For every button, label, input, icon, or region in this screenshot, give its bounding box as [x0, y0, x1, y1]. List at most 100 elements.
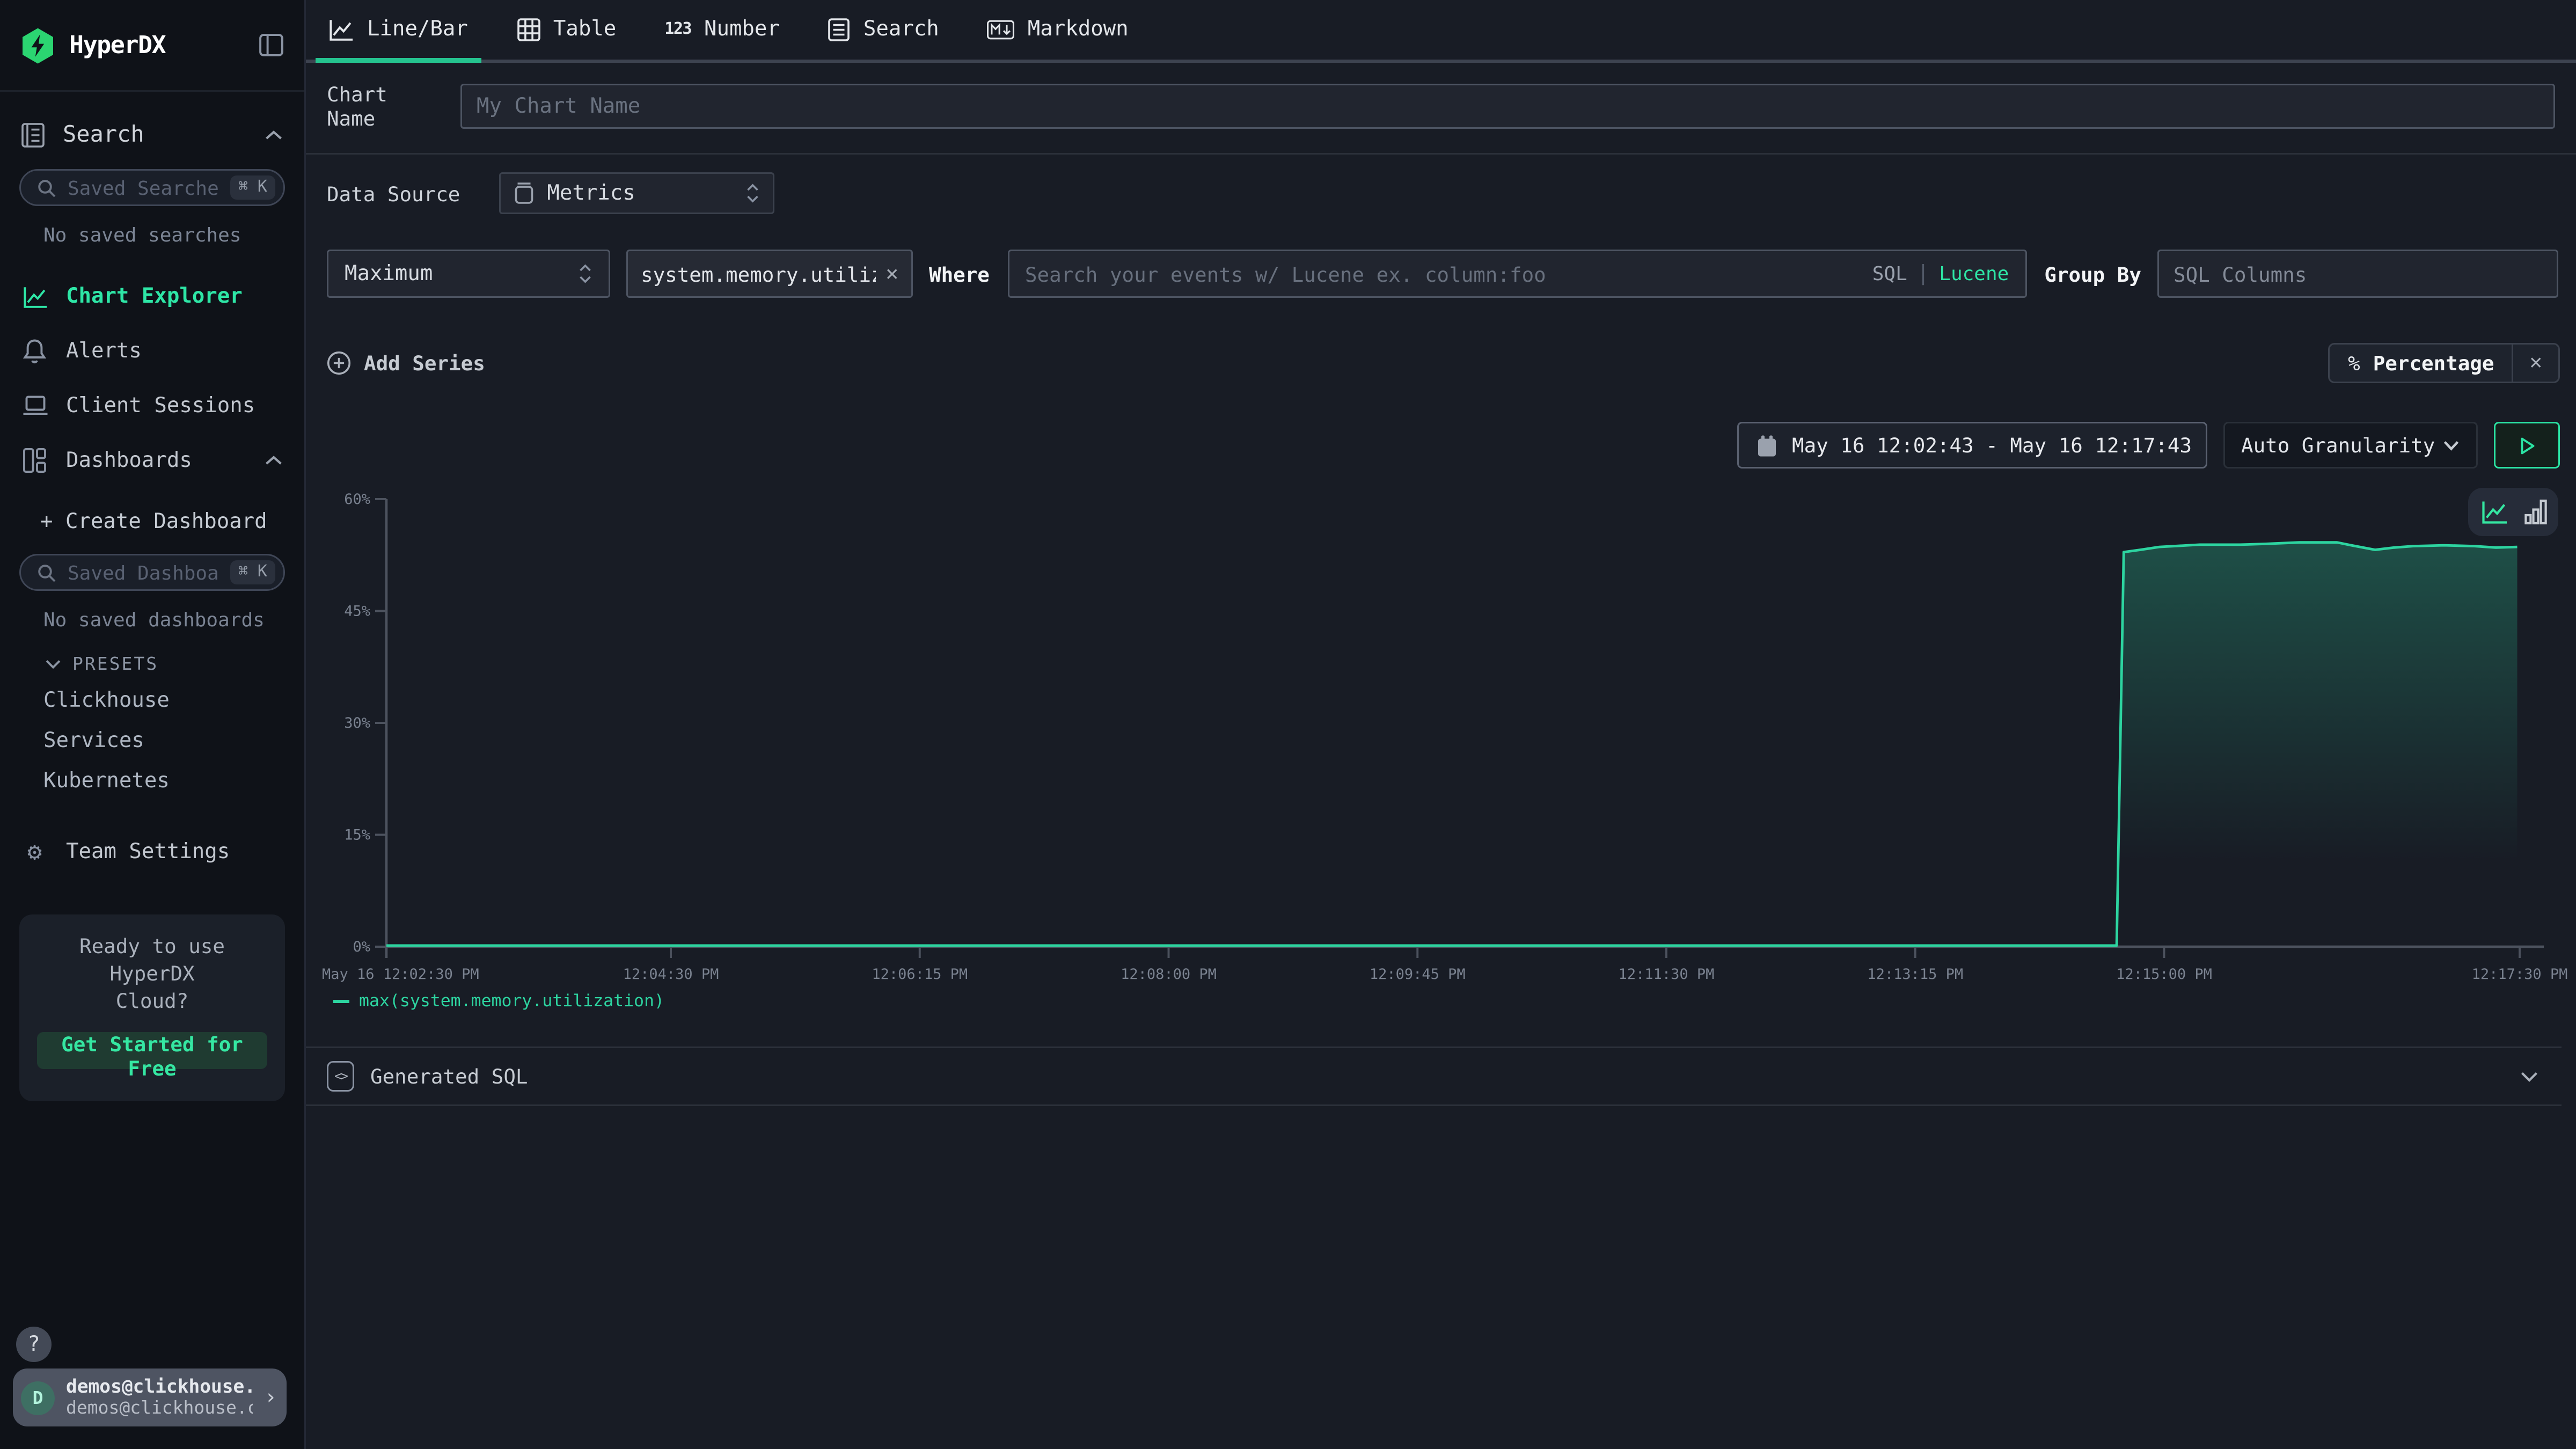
data-source-value: Metrics — [547, 181, 635, 206]
search-panel-icon — [21, 122, 45, 148]
dashboard-grid-icon — [21, 448, 48, 473]
percentage-button[interactable]: % Percentage — [2330, 345, 2512, 382]
get-started-button[interactable]: Get Started for Free — [37, 1031, 267, 1069]
svg-text:May 16 12:02:30 PM: May 16 12:02:30 PM — [322, 966, 479, 983]
help-button[interactable]: ? — [16, 1327, 52, 1362]
database-icon — [513, 182, 534, 204]
saved-dashboards-input[interactable] — [68, 561, 219, 584]
svg-text:12:06:15 PM: 12:06:15 PM — [872, 966, 968, 983]
aggregation-value: Maximum — [345, 262, 433, 286]
sidebar-nav: Chart Explorer AlertsClient SessionsDashb… — [0, 269, 304, 488]
chart-style-toggle — [2468, 488, 2558, 536]
chart-type-tabbar: Line/Bar Table 123Number Search Markdown — [306, 0, 2576, 63]
data-source-select[interactable]: Metrics — [499, 172, 774, 214]
svg-text:12:11:30 PM: 12:11:30 PM — [1619, 966, 1715, 983]
presets-label: PRESETS — [72, 654, 158, 675]
tab-label: Line/Bar — [367, 18, 468, 42]
add-series-label: Add Series — [364, 351, 485, 375]
metric-field-tag[interactable]: system.memory.utiliza ✕ — [626, 250, 913, 298]
chevron-right-icon: › — [265, 1386, 277, 1410]
svg-text:12:04:30 PM: 12:04:30 PM — [623, 966, 719, 983]
svg-text:12:15:00 PM: 12:15:00 PM — [2116, 966, 2212, 983]
search-icon — [37, 178, 56, 197]
saved-dashboards-search[interactable]: ⌘ K — [19, 554, 285, 591]
collapse-sidebar-icon[interactable] — [259, 34, 283, 56]
app-root: HyperDX Search — [0, 0, 2576, 1449]
create-dashboard-button[interactable]: + Create Dashboard — [0, 488, 304, 535]
chart-name-row: Chart Name — [327, 84, 2555, 129]
sidebar: HyperDX Search — [0, 0, 306, 1449]
svg-text:12:08:00 PM: 12:08:00 PM — [1121, 966, 1217, 983]
legend-item[interactable]: max(system.memory.utilization) — [333, 992, 664, 1011]
lucene-mode-toggle[interactable]: Lucene — [1939, 262, 2009, 285]
timeseries-chart[interactable]: 0%15%30%45%60%May 16 12:02:30 PM12:04:30… — [306, 483, 2576, 1014]
sidebar-item-chart-explorer[interactable]: Chart Explorer — [0, 269, 304, 324]
team-settings-label: Team Settings — [66, 840, 230, 864]
chevron-down-icon — [45, 658, 61, 670]
generated-sql-label: Generated SQL — [370, 1064, 528, 1088]
remove-metric-icon[interactable]: ✕ — [886, 264, 898, 284]
sidebar-item-team-settings[interactable]: ⚙ Team Settings — [0, 824, 304, 879]
sidebar-search-label: Search — [63, 122, 144, 148]
series-row: Maximum system.memory.utiliza ✕ Where SQ… — [327, 250, 2558, 298]
table-icon — [516, 18, 540, 42]
tab-line-bar[interactable]: Line/Bar — [325, 0, 471, 60]
legend-series-label: max(system.memory.utilization) — [359, 992, 664, 1011]
markdown-icon — [987, 19, 1015, 40]
saved-searches-input[interactable] — [68, 177, 219, 199]
list-search-icon — [828, 18, 851, 42]
sidebar-item-search[interactable]: Search — [0, 105, 304, 166]
user-menu[interactable]: D demos@clickhouse.com demos@clickhouse.… — [13, 1368, 287, 1426]
sidebar-item-alerts[interactable]: Alerts — [0, 324, 304, 378]
cloud-promo-card: Ready to use HyperDX Cloud? Get Started … — [19, 914, 285, 1101]
chart-name-label: Chart Name — [327, 82, 440, 130]
preset-item-clickhouse[interactable]: Clickhouse — [0, 681, 304, 721]
preset-item-services[interactable]: Services — [0, 721, 304, 762]
generated-sql-row[interactable]: <> Generated SQL — [306, 1046, 2562, 1106]
code-icon: <> — [327, 1061, 354, 1092]
svg-text:12:09:45 PM: 12:09:45 PM — [1370, 966, 1466, 983]
line-chart-icon[interactable] — [2480, 499, 2508, 525]
tab-number[interactable]: 123Number — [661, 0, 783, 60]
date-range-picker[interactable]: May 16 12:02:43 - May 16 12:17:43 — [1737, 422, 2207, 469]
sidebar-item-client-sessions[interactable]: Client Sessions — [0, 378, 304, 433]
data-source-label: Data Source — [327, 181, 460, 206]
logo-row: HyperDX — [0, 0, 304, 92]
hyperdx-logo-icon — [21, 27, 55, 64]
tab-table[interactable]: Table — [513, 0, 619, 60]
granularity-value: Auto Granularity — [2241, 433, 2435, 457]
sql-mode-toggle[interactable]: SQL — [1872, 262, 1907, 285]
percent-icon: % — [2348, 351, 2360, 375]
chart-name-input[interactable] — [460, 84, 2555, 129]
run-query-button[interactable] — [2494, 422, 2560, 469]
section-divider — [306, 153, 2576, 155]
svg-text:45%: 45% — [344, 603, 370, 620]
cloud-promo-text: Ready to use HyperDX Cloud? — [37, 934, 267, 1015]
group-by-input[interactable] — [2157, 250, 2558, 298]
where-search-input[interactable] — [1025, 262, 1863, 286]
chevron-up-icon[interactable] — [264, 129, 283, 142]
metric-field-value: system.memory.utiliza — [641, 262, 876, 286]
presets-toggle[interactable]: PRESETS — [0, 631, 304, 675]
sidebar-item-label: Chart Explorer — [66, 284, 243, 309]
svg-text:15%: 15% — [344, 827, 370, 844]
tab-markdown[interactable]: Markdown — [984, 0, 1132, 60]
remove-percentage-button[interactable]: ✕ — [2512, 345, 2558, 382]
add-series-button[interactable]: Add Series — [327, 351, 485, 375]
tab-label: Number — [704, 18, 780, 42]
granularity-select[interactable]: Auto Granularity — [2223, 422, 2478, 469]
preset-item-kubernetes[interactable]: Kubernetes — [0, 762, 304, 802]
aggregation-select[interactable]: Maximum — [327, 250, 610, 298]
main-content: Line/Bar Table 123Number Search Markdown Cha… — [306, 0, 2576, 1449]
bar-chart-icon[interactable] — [2524, 499, 2546, 525]
tab-search[interactable]: Search — [825, 0, 942, 60]
saved-dashboards-shortcut: ⌘ K — [230, 560, 275, 584]
sidebar-item-dashboards[interactable]: Dashboards — [0, 433, 304, 488]
no-saved-dashboards-text: No saved dashboards — [0, 591, 304, 631]
preset-list: ClickhouseServicesKubernetes — [0, 675, 304, 802]
calendar-icon — [1757, 434, 1777, 457]
svg-text:30%: 30% — [344, 715, 370, 731]
avatar: D — [21, 1381, 55, 1415]
saved-searches-search[interactable]: ⌘ K — [19, 169, 285, 206]
select-updown-icon — [745, 182, 759, 204]
